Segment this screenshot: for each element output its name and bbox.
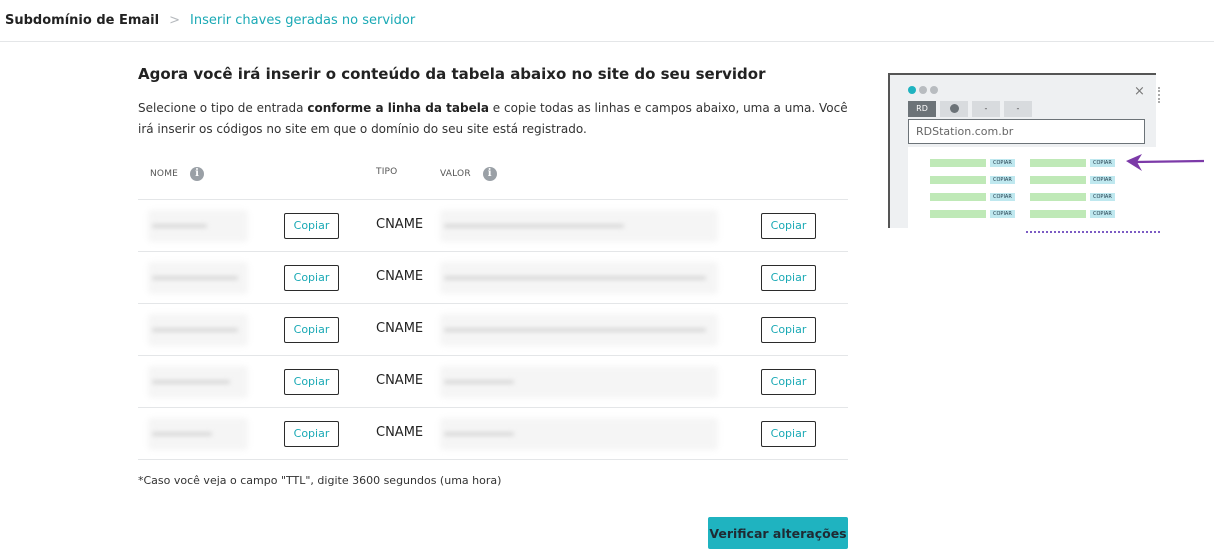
mini-copy: COPIAR bbox=[990, 210, 1015, 218]
breadcrumb-current: Inserir chaves geradas no servidor bbox=[190, 13, 416, 28]
page-title: Agora você irá inserir o conteúdo da tab… bbox=[138, 65, 766, 83]
mini-copy: COPIAR bbox=[990, 193, 1015, 201]
info-icon[interactable]: i bbox=[190, 167, 205, 181]
field-bar bbox=[1030, 193, 1086, 201]
chevron-right-icon: > bbox=[169, 13, 180, 28]
name-redacted bbox=[152, 432, 212, 436]
copy-name-button[interactable]: Copiar bbox=[284, 317, 339, 343]
verify-changes-button[interactable]: Verificar alterações bbox=[708, 517, 848, 549]
table-row: Copiar CNAME Copiar bbox=[138, 304, 848, 356]
url-bar: RDStation.com.br bbox=[908, 119, 1145, 144]
value-redacted bbox=[444, 380, 514, 384]
mini-copy: COPIAR bbox=[1090, 176, 1115, 184]
table-row: Copiar CNAME Copiar bbox=[138, 252, 848, 304]
value-redacted bbox=[444, 276, 706, 280]
mini-copy: COPIAR bbox=[1090, 159, 1115, 167]
name-redacted bbox=[152, 276, 238, 280]
mini-copy: COPIAR bbox=[990, 176, 1015, 184]
ttl-note: *Caso você veja o campo "TTL", digite 36… bbox=[138, 474, 502, 487]
instructions: Agora você irá inserir o conteúdo da tab… bbox=[138, 64, 850, 140]
copy-value-button[interactable]: Copiar bbox=[761, 317, 816, 343]
arrow-shaft bbox=[1133, 159, 1205, 164]
copy-name-button[interactable]: Copiar bbox=[284, 213, 339, 239]
browser-tab: - bbox=[972, 101, 1000, 117]
copy-name-button[interactable]: Copiar bbox=[284, 421, 339, 447]
breadcrumb: Subdomínio de Email > Inserir chaves ger… bbox=[0, 0, 1214, 42]
value-redacted bbox=[444, 328, 706, 332]
record-type: CNAME bbox=[376, 217, 424, 232]
field-bar bbox=[1030, 210, 1086, 218]
name-redacted bbox=[152, 328, 238, 332]
close-icon: × bbox=[1134, 84, 1145, 99]
mini-copy: COPIAR bbox=[990, 159, 1015, 167]
field-bar bbox=[930, 193, 986, 201]
dotted-guide bbox=[1158, 87, 1160, 103]
table-row: Copiar CNAME Copiar bbox=[138, 200, 848, 252]
record-type: CNAME bbox=[376, 321, 424, 336]
arrow-icon bbox=[1126, 154, 1205, 171]
table-row: Copiar CNAME Copiar bbox=[138, 356, 848, 408]
field-bar bbox=[1030, 176, 1086, 184]
browser-tab-rd: RD bbox=[908, 101, 936, 117]
dns-records-table: NOME i TIPO VALOR i Copiar CNAME Copiar … bbox=[138, 148, 848, 460]
browser-tab: - bbox=[1004, 101, 1032, 117]
value-redacted bbox=[444, 224, 624, 228]
mini-copy: COPIAR bbox=[1090, 210, 1115, 218]
field-bar bbox=[930, 210, 986, 218]
breadcrumb-root[interactable]: Subdomínio de Email bbox=[5, 13, 159, 28]
copy-name-button[interactable]: Copiar bbox=[284, 369, 339, 395]
copy-value-button[interactable]: Copiar bbox=[761, 213, 816, 239]
header-type-label: TIPO bbox=[376, 167, 398, 177]
field-bar bbox=[930, 159, 986, 167]
mini-copy: COPIAR bbox=[1090, 193, 1115, 201]
field-bar bbox=[1030, 159, 1086, 167]
copy-value-button[interactable]: Copiar bbox=[761, 265, 816, 291]
name-redacted bbox=[152, 380, 230, 384]
record-type: CNAME bbox=[376, 425, 424, 440]
browser-tab-circle bbox=[940, 101, 968, 117]
field-bar bbox=[930, 176, 986, 184]
dotted-guide bbox=[1026, 231, 1160, 233]
table-header: NOME i TIPO VALOR i bbox=[138, 148, 848, 200]
record-type: CNAME bbox=[376, 269, 424, 284]
name-redacted bbox=[152, 224, 207, 228]
browser-window: × RD - - RDStation.com.br COPIAR COPIAR … bbox=[888, 73, 1161, 230]
description-bold: conforme a linha da tabela bbox=[307, 101, 489, 115]
header-name: NOME i bbox=[150, 167, 205, 181]
window-dot-icon bbox=[908, 86, 916, 94]
copy-value-button[interactable]: Copiar bbox=[761, 421, 816, 447]
copy-name-button[interactable]: Copiar bbox=[284, 265, 339, 291]
table-row: Copiar CNAME Copiar bbox=[138, 408, 848, 460]
page-description: Selecione o tipo de entrada conforme a l… bbox=[138, 98, 850, 140]
window-dots bbox=[908, 86, 938, 94]
header-type: TIPO bbox=[376, 167, 397, 177]
window-dot-icon bbox=[919, 86, 927, 94]
info-icon[interactable]: i bbox=[482, 167, 497, 181]
header-name-label: NOME bbox=[150, 169, 179, 179]
window-dot-icon bbox=[930, 86, 938, 94]
value-redacted bbox=[444, 432, 514, 436]
header-value: VALOR i bbox=[440, 167, 497, 181]
record-type: CNAME bbox=[376, 373, 424, 388]
copy-value-button[interactable]: Copiar bbox=[761, 369, 816, 395]
header-value-label: VALOR bbox=[440, 169, 471, 179]
circle-icon bbox=[949, 104, 959, 113]
description-text-1: Selecione o tipo de entrada bbox=[138, 101, 308, 115]
